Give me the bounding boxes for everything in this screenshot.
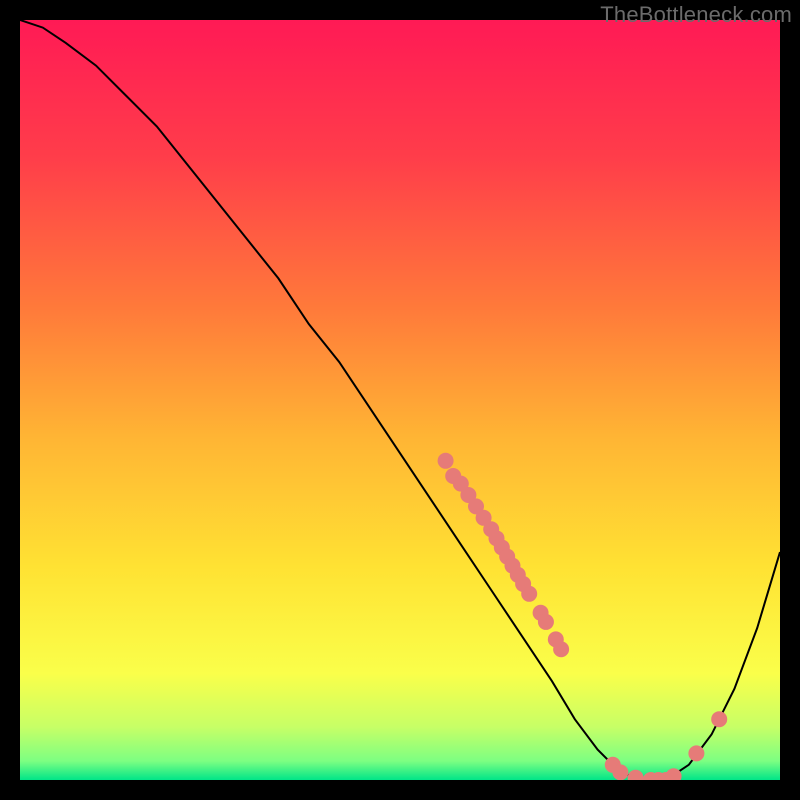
chart-frame: TheBottleneck.com: [0, 0, 800, 800]
watermark-label: TheBottleneck.com: [600, 2, 792, 28]
highlight-point: [711, 711, 727, 727]
highlight-point: [438, 453, 454, 469]
highlight-point: [553, 641, 569, 657]
heat-gradient-background: [20, 20, 780, 780]
bottleneck-plot: [20, 20, 780, 780]
highlight-point: [612, 764, 628, 780]
highlight-point: [521, 586, 537, 602]
highlight-point: [688, 745, 704, 761]
highlight-point: [538, 614, 554, 630]
plot-svg: [20, 20, 780, 780]
